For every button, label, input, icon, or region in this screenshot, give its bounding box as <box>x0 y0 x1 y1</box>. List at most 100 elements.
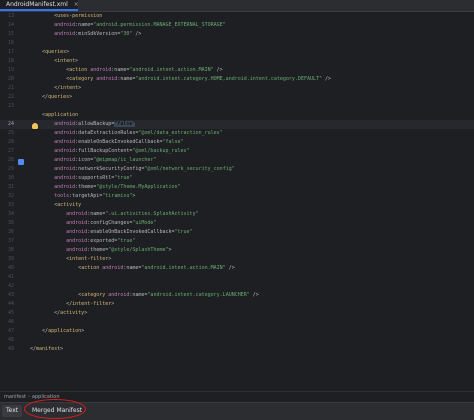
code-token: android <box>102 265 124 271</box>
code-token: intent-filter <box>72 301 112 307</box>
line-number: 32 <box>7 193 14 199</box>
code-token: "@style/Theme.MyApplication" <box>96 184 181 190</box>
code-token: :name= <box>117 76 136 82</box>
code-text: android:theme="@style/Theme.MyApplicatio… <box>30 183 181 192</box>
code-token: "false" <box>162 139 184 145</box>
code-line[interactable]: 26 android:enableOnBackInvokedCallback="… <box>0 138 474 147</box>
code-line[interactable]: 23 <box>0 102 474 111</box>
code-line[interactable]: 33 <activity <box>0 201 474 210</box>
code-line[interactable]: 49 </manifest> <box>0 345 474 354</box>
code-line[interactable]: 39 <intent-filter> <box>0 255 474 264</box>
breadcrumb-application[interactable]: application <box>32 394 60 400</box>
code-line[interactable]: 14 android:name="android.permission.MANA… <box>0 21 474 30</box>
code-line[interactable]: 25 android:dataExtractionRules="@xml/dat… <box>0 129 474 138</box>
line-number: 21 <box>7 85 14 91</box>
code-token: "android.intent.action.MAIN" <box>129 67 214 73</box>
code-line[interactable]: 31 android:theme="@style/Theme.MyApplica… <box>0 183 474 192</box>
line-number: 20 <box>7 76 14 82</box>
code-token: android <box>54 31 76 37</box>
code-token: android <box>54 157 76 163</box>
code-token: tools <box>54 193 70 199</box>
code-token: manifest <box>36 346 61 352</box>
code-line[interactable]: 48 <box>0 336 474 345</box>
tab-text[interactable]: Text <box>2 405 23 417</box>
code-token: < <box>30 13 58 19</box>
code-token: < <box>30 67 70 73</box>
code-token: > <box>111 301 115 307</box>
lightbulb-icon[interactable] <box>32 123 38 129</box>
code-token: < <box>30 292 82 298</box>
code-line[interactable]: 46 <box>0 318 474 327</box>
code-text: <action android:name="android.intent.act… <box>30 66 223 75</box>
code-line[interactable]: <application <box>0 111 474 120</box>
code-line[interactable]: 19 <action android:name="android.intent.… <box>0 66 474 75</box>
code-text: android:enableOnBackInvokedCallback="tru… <box>30 228 192 237</box>
code-line[interactable]: 27 android:fullBackupContent="@xml/backu… <box>0 147 474 156</box>
code-line[interactable]: 36 android:enableOnBackInvokedCallback="… <box>0 228 474 237</box>
code-line[interactable]: 35 android:configChanges="uiMode" <box>0 219 474 228</box>
code-line[interactable]: 22 </queries> <box>0 93 474 102</box>
breadcrumb-manifest[interactable]: manifest <box>4 394 26 400</box>
android-icon[interactable] <box>18 159 24 165</box>
code-token: android <box>66 247 88 253</box>
line-number: 42 <box>7 283 14 289</box>
line-number: 29 <box>7 166 14 172</box>
code-line[interactable]: 29 android:networkSecurityConfig="@xml/n… <box>0 165 474 174</box>
code-line[interactable]: 30 android:supportsRtl="true" <box>0 174 474 183</box>
code-line[interactable]: 24 android:allowBackup="false" <box>0 120 474 129</box>
code-line[interactable]: 18 <intent> <box>0 57 474 66</box>
line-number: 15 <box>7 31 14 37</box>
breadcrumb: manifest › application <box>0 391 474 401</box>
close-icon[interactable]: × <box>74 1 79 8</box>
code-line[interactable]: 16 <box>0 39 474 48</box>
line-number: 31 <box>7 184 14 190</box>
line-number: 33 <box>7 202 14 208</box>
code-token: :minSdkVersion= <box>75 31 121 37</box>
tab-label: AndroidManifest.xml <box>6 1 68 8</box>
code-token: < <box>30 49 46 55</box>
tab-android-manifest[interactable]: AndroidManifest.xml × <box>0 0 79 11</box>
code-line[interactable]: 28 android:icon="@mipmap/ic_launcher" <box>0 156 474 165</box>
code-line[interactable]: 47 </application> <box>0 327 474 336</box>
code-token: "true" <box>117 238 136 244</box>
line-number: 19 <box>7 67 14 73</box>
tab-merged-manifest[interactable]: Merged Manifest <box>28 405 86 417</box>
code-line[interactable]: 13 <uses-permission <box>0 12 474 21</box>
code-line[interactable]: 34 android:name=".ui.activities.SplashAc… <box>0 210 474 219</box>
line-number: 38 <box>7 247 14 253</box>
code-editor[interactable]: 13 <uses-permission 14 android:name="andr… <box>0 12 474 388</box>
code-line[interactable]: 20 <category android:name="android.inten… <box>0 75 474 84</box>
code-token: /> <box>322 76 332 82</box>
line-number: 44 <box>7 301 14 307</box>
code-line[interactable]: 43 <category android:name="android.inten… <box>0 291 474 300</box>
line-number: 26 <box>7 139 14 145</box>
code-line[interactable]: 40 <action android:name="android.intent.… <box>0 264 474 273</box>
code-line[interactable]: 38 android:theme="@style/SplashTheme"> <box>0 246 474 255</box>
code-line[interactable]: 17 <queries> <box>0 48 474 57</box>
code-line[interactable]: 45 </activity> <box>0 309 474 318</box>
code-line[interactable]: 44 </intent-filter> <box>0 300 474 309</box>
code-token: android <box>66 238 88 244</box>
code-line[interactable]: 21 </intent> <box>0 84 474 93</box>
code-token: :name= <box>129 292 148 298</box>
code-token: activity <box>57 202 82 208</box>
code-line[interactable]: 37 android:exported="true" <box>0 237 474 246</box>
code-token: :configChanges= <box>87 220 133 226</box>
code-token: intent <box>60 85 79 91</box>
code-token: action <box>81 265 103 271</box>
code-text: android:fullBackupContent="@xml/backup_r… <box>30 147 189 156</box>
code-text: </activity> <box>30 309 87 318</box>
code-line[interactable]: 41 <box>0 273 474 282</box>
code-line[interactable]: 15 android:minSdkVersion="30" /> <box>0 30 474 39</box>
code-token: > <box>78 85 82 91</box>
code-line[interactable]: 32 tools:targetApi="tiramisu"> <box>0 192 474 201</box>
code-token: android <box>54 166 76 172</box>
line-number: 14 <box>7 22 14 28</box>
code-line[interactable]: 42 <box>0 282 474 291</box>
